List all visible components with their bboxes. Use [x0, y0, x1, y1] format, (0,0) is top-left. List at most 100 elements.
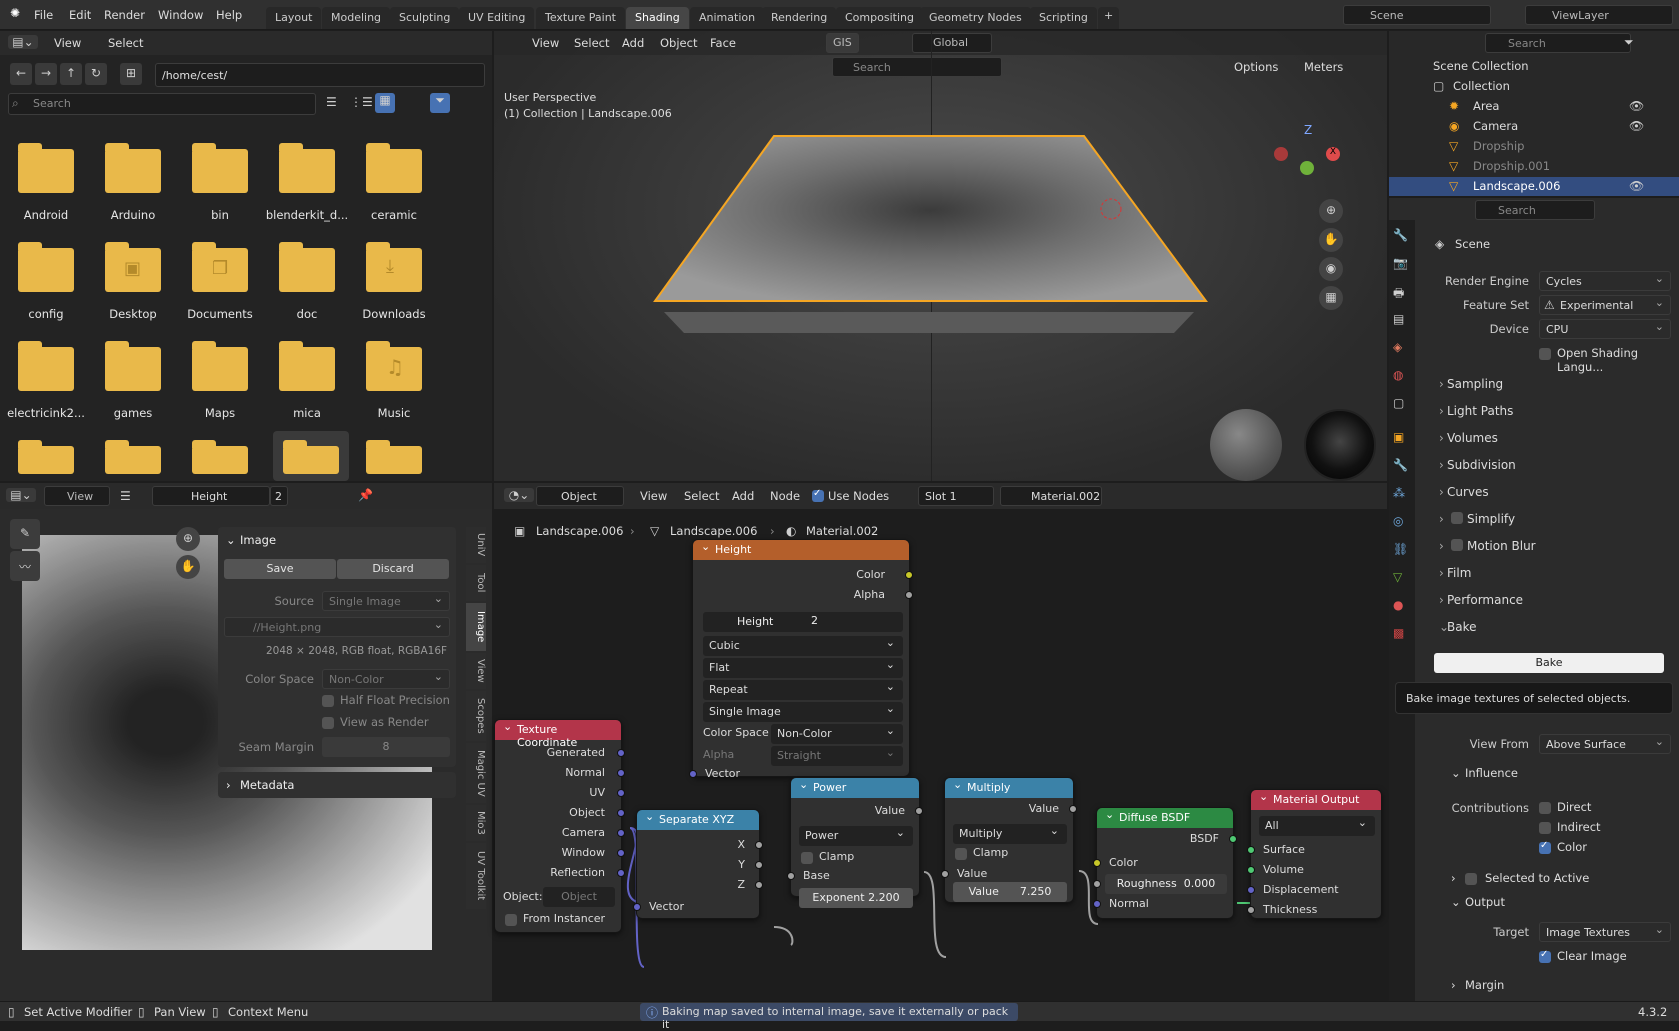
tab-univ[interactable]: UniV — [466, 527, 486, 563]
math-operation-dropdown[interactable]: Power — [799, 826, 913, 846]
color-space-dropdown[interactable]: Non-Color — [322, 669, 450, 689]
back-icon[interactable]: ← — [10, 63, 32, 85]
target-dropdown[interactable]: Image Textures — [1539, 922, 1671, 942]
modifier-tab-icon[interactable]: 🔧 — [1393, 458, 1408, 472]
breadcrumb-material[interactable]: ◐ Material.002 — [786, 524, 878, 538]
panel-subdivision[interactable]: › Subdivision — [1431, 453, 1667, 477]
value-output-socket[interactable] — [1069, 805, 1077, 813]
discard-image-button[interactable]: Discard — [337, 559, 449, 579]
tab-modeling[interactable]: Modeling — [322, 7, 391, 29]
scene-collection-label[interactable]: Scene Collection — [1433, 59, 1529, 73]
node-header[interactable]: Power — [791, 778, 919, 798]
particles-tab-icon[interactable]: ⁂ — [1393, 486, 1405, 500]
tab-animation[interactable]: Animation — [690, 7, 765, 29]
view-from-dropdown[interactable]: Above Surface — [1539, 734, 1671, 754]
node-image-users[interactable]: 2 — [811, 614, 818, 627]
output-target-dropdown[interactable]: All — [1259, 816, 1375, 836]
outliner-search-input[interactable]: Search — [1485, 33, 1631, 53]
node-math-power[interactable]: Power Value Power Clamp Base Exponent 2.… — [787, 777, 923, 908]
tab-magic-uv[interactable]: Magic UV — [466, 743, 486, 803]
folder-music-icon[interactable]: ♫ — [366, 341, 422, 391]
exponent-field[interactable]: Exponent 2.200 — [799, 888, 913, 908]
node-header[interactable]: Height — [693, 540, 909, 560]
folder-electricink-icon[interactable] — [18, 341, 74, 391]
visibility-eye-icon[interactable]: 👁 — [1629, 99, 1644, 113]
save-image-button[interactable]: Save — [224, 559, 336, 579]
shader-type-dropdown[interactable]: Object — [536, 486, 624, 506]
folder-arduino-icon[interactable] — [105, 143, 161, 193]
node-math-multiply[interactable]: Multiply Value Multiply Clamp Value Valu… — [941, 777, 1077, 903]
filepath-field[interactable]: //Height.png — [224, 617, 450, 637]
y-output-socket[interactable] — [755, 861, 763, 869]
folder-desktop-icon[interactable]: ▣ — [105, 242, 161, 292]
folder-icon[interactable] — [18, 440, 74, 474]
object-picker-field[interactable]: Object — [543, 887, 615, 907]
color-output-socket[interactable] — [905, 571, 913, 579]
node-diffuse-bsdf[interactable]: Diffuse BSDF BSDF Color Roughness 0.000 … — [1093, 807, 1237, 919]
texture-tab-icon[interactable]: ▩ — [1393, 626, 1404, 640]
object-output-socket[interactable] — [617, 809, 625, 817]
margin-subpanel[interactable]: › Margin — [1451, 978, 1504, 992]
influence-subpanel[interactable]: ⌄ Influence — [1451, 766, 1518, 780]
menu-file[interactable]: File — [34, 8, 53, 22]
surface-input-socket[interactable] — [1247, 846, 1255, 854]
output-tab-icon[interactable]: 🖶 — [1393, 284, 1404, 305]
menu-edit[interactable]: Edit — [69, 8, 91, 22]
base-input-socket[interactable] — [787, 872, 795, 880]
folder-config-icon[interactable] — [18, 242, 74, 292]
normal-input-socket[interactable] — [1093, 900, 1101, 908]
panel-simplify[interactable]: › Simplify — [1431, 507, 1667, 531]
tab-view[interactable]: View — [466, 653, 486, 689]
direct-checkbox[interactable] — [1539, 802, 1551, 814]
filter-icon[interactable]: ⏷ — [430, 93, 450, 113]
tab-scopes[interactable]: Scopes — [466, 691, 486, 741]
collection-row[interactable]: ▢ Collection — [1433, 79, 1510, 93]
tab-uv-toolkit[interactable]: UV Toolkit — [466, 843, 486, 909]
osl-checkbox[interactable] — [1539, 348, 1551, 360]
tab-uv-editing[interactable]: UV Editing — [459, 7, 535, 29]
roughness-input-socket[interactable] — [1093, 880, 1101, 888]
normal-output-socket[interactable] — [617, 769, 625, 777]
image-name-field[interactable]: Height — [152, 486, 270, 506]
gizmo-neg-x-icon[interactable] — [1274, 147, 1288, 161]
tab-rendering[interactable]: Rendering — [762, 7, 837, 29]
source-dropdown[interactable]: Single Image — [322, 591, 450, 611]
view-layer-tab-icon[interactable]: ▤ — [1393, 312, 1404, 326]
metadata-panel-header[interactable]: › Metadata — [226, 778, 294, 792]
alpha-output-socket[interactable] — [905, 591, 913, 599]
slot-dropdown[interactable]: Slot 1 — [918, 486, 994, 506]
folder-maps-icon[interactable] — [192, 341, 248, 391]
from-instancer-checkbox[interactable] — [505, 914, 517, 926]
panel-bake[interactable]: ⌄ Bake — [1431, 615, 1667, 639]
panel-volumes[interactable]: › Volumes — [1431, 426, 1667, 450]
world-tab-icon[interactable]: ◍ — [1393, 368, 1403, 382]
view-mode-dropdown[interactable]: View — [44, 486, 110, 506]
color-checkbox[interactable] — [1539, 840, 1551, 854]
tab-geometry-nodes[interactable]: Geometry Nodes — [920, 7, 1031, 29]
horizontal-list-icon[interactable]: ⋮☰ — [350, 95, 373, 109]
image-users-count[interactable]: 2 — [270, 486, 288, 506]
folder-mica-icon[interactable] — [279, 341, 335, 391]
clear-image-checkbox[interactable] — [1539, 949, 1551, 963]
object-tab-icon[interactable]: ▣ — [1393, 430, 1404, 444]
generated-output-socket[interactable] — [617, 749, 625, 757]
node-separate-xyz[interactable]: Separate XYZ X Y Z Vector — [633, 809, 763, 919]
folder-games-icon[interactable] — [105, 341, 161, 391]
tab-mio3[interactable]: Mio3 — [466, 805, 486, 841]
menu-help[interactable]: Help — [216, 8, 242, 22]
editor-type-icon[interactable]: ◔⌄ — [504, 488, 534, 502]
node-image-field[interactable]: Height — [703, 612, 903, 632]
thumbnails-icon[interactable]: ▦ — [375, 93, 395, 113]
3d-viewport[interactable]: View Select Add Object Face GIS Global S… — [494, 31, 1387, 481]
breadcrumb-object[interactable]: ▣ Landscape.006 — [514, 524, 623, 538]
outliner-item-dropship[interactable]: ▽ Dropship — [1449, 139, 1524, 153]
node-header[interactable]: Diffuse BSDF — [1097, 808, 1233, 828]
node-header[interactable]: Material Output — [1251, 790, 1381, 810]
value-input-socket[interactable] — [941, 870, 949, 878]
editor-type-icon[interactable]: ▤⌄ — [8, 35, 38, 49]
sample-tool-icon[interactable]: ✎ — [10, 519, 40, 549]
menu-node[interactable]: Node — [770, 489, 800, 503]
tab-sculpting[interactable]: Sculpting — [390, 7, 460, 29]
tab-layout[interactable]: Layout — [266, 7, 322, 29]
panel-performance[interactable]: › Performance — [1431, 588, 1667, 612]
